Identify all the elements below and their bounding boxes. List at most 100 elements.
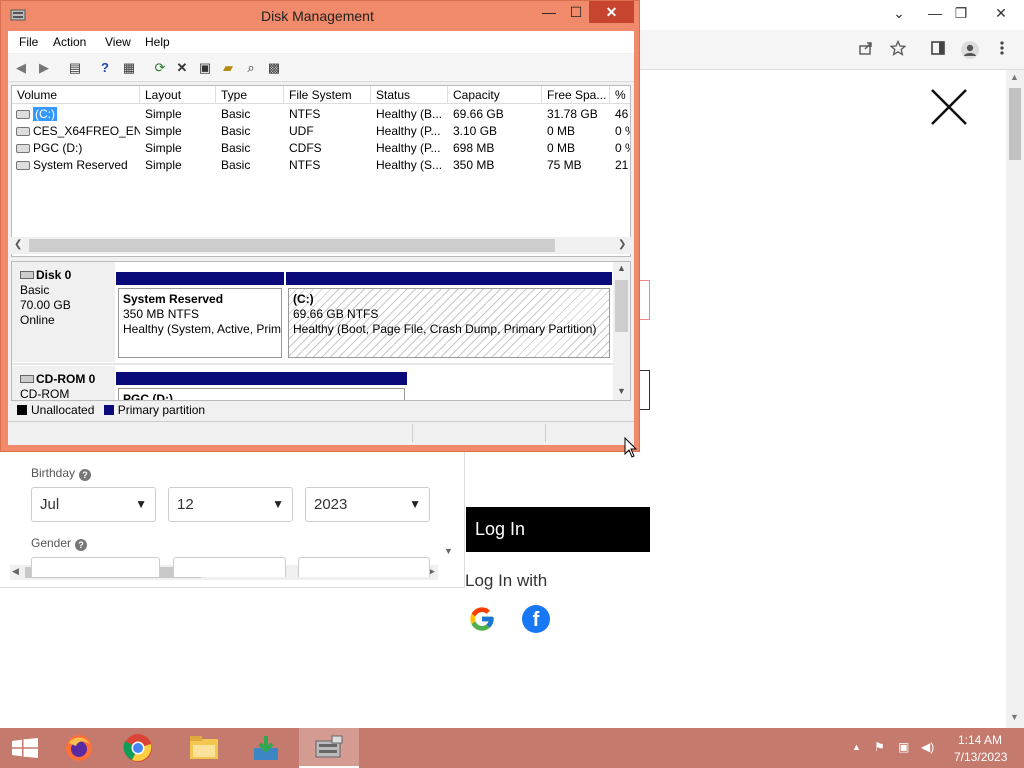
help-icon[interactable]: ? (79, 469, 92, 481)
partition-c-drive[interactable]: (C:) 69.66 GB NTFS Healthy (Boot, Page F… (286, 272, 612, 360)
menu-file[interactable]: File (19, 35, 38, 49)
table-cell-status: Healthy (S... (376, 158, 443, 172)
table-cell-capacity: 3.10 GB (453, 124, 498, 138)
page-scrollbar[interactable]: ▲ ▼ (1006, 70, 1024, 728)
minimize-button[interactable]: — (536, 1, 562, 23)
help-icon[interactable]: ? (75, 539, 88, 551)
column-header-volume[interactable]: Volume (12, 86, 140, 104)
menu-help[interactable]: Help (145, 35, 170, 49)
birth-day-select[interactable]: 12 ▼ (168, 487, 293, 522)
show-hidden-icons-icon[interactable]: ▲ (852, 742, 861, 752)
scroll-left-arrow-icon[interactable]: ◀ (12, 566, 19, 577)
disk-management-window[interactable]: Disk Management — ☐ ✕ File Action View H… (0, 0, 640, 452)
network-icon[interactable]: ▣ (898, 740, 909, 754)
share-icon[interactable] (854, 40, 878, 64)
partition-name: System Reserved (123, 292, 224, 306)
partition-pgc-d[interactable]: PGC (D:) (116, 372, 407, 401)
partition-status: Healthy (System, Active, Prim (123, 322, 282, 336)
column-header-free-space[interactable]: Free Spa... (542, 86, 610, 104)
disk-view-vscroll-thumb[interactable] (615, 280, 628, 332)
back-arrow-icon[interactable]: ◀ (12, 59, 30, 77)
profile-icon[interactable] (958, 40, 982, 64)
gender-option[interactable] (31, 557, 160, 577)
volume-list-hscroll-thumb[interactable] (29, 239, 555, 252)
properties-icon[interactable]: ▦ (120, 59, 138, 77)
table-cell-type: Basic (221, 107, 251, 121)
chrome-taskbar-button[interactable] (110, 728, 170, 768)
column-header-layout[interactable]: Layout (140, 86, 216, 104)
column-header-file-system[interactable]: File System (284, 86, 371, 104)
download-app-taskbar-button[interactable] (236, 728, 296, 768)
delete-icon[interactable]: ✕ (173, 59, 191, 77)
file-explorer-icon (190, 736, 218, 759)
clock-time[interactable]: 1:14 AM (958, 733, 1002, 747)
flag-icon[interactable]: ⚑ (874, 740, 885, 754)
volume-list[interactable]: Volume Layout Type File System Status Ca… (11, 85, 631, 257)
legend: Unallocated Primary partition (11, 402, 631, 418)
disk-graphical-view[interactable]: Disk 0 Basic 70.00 GB Online System Rese… (11, 261, 631, 401)
tab-dropdown-icon[interactable]: ⌄ (884, 0, 914, 28)
scroll-right-arrow-icon[interactable]: ❯ (618, 239, 626, 250)
login-button[interactable]: Log In (466, 507, 650, 552)
column-header-capacity[interactable]: Capacity (448, 86, 542, 104)
table-row[interactable]: PGC (D:) Simple Basic CDFS Healthy (P... 698 … (12, 140, 630, 157)
disk0-kind: Basic (20, 283, 50, 297)
column-header-percent-free[interactable]: % F (610, 86, 630, 104)
forward-arrow-icon[interactable]: ▶ (35, 59, 53, 77)
table-cell-pct: 46 (615, 107, 629, 121)
window-client-area: File Action View Help ◀ ▶ ▤ ? ▦ ⟳ ✕ ▣ ▰ … (8, 31, 634, 445)
windows-logo-icon (12, 738, 38, 758)
scroll-down-arrow-icon[interactable]: ▼ (617, 386, 626, 396)
scroll-left-arrow-icon[interactable]: ❮ (14, 239, 22, 250)
input-field-edge[interactable] (640, 370, 650, 410)
gender-option[interactable] (298, 557, 430, 577)
maximize-button[interactable]: ☐ (563, 1, 589, 23)
close-icon[interactable] (930, 88, 968, 126)
close-button[interactable]: ✕ (589, 1, 634, 23)
table-row[interactable]: System Reserved Simple Basic NTFS Healthy (S… (12, 157, 630, 174)
volume-name: CES_X64FREO_EN-... (33, 124, 140, 138)
google-icon[interactable] (468, 605, 496, 633)
start-button[interactable] (0, 728, 50, 768)
birth-month-select[interactable]: Jul ▼ (31, 487, 156, 522)
file-explorer-taskbar-button[interactable] (174, 728, 234, 768)
page-scroll-thumb[interactable] (1009, 88, 1021, 160)
sidebar-icon[interactable] (926, 40, 950, 64)
volume-list-hscrollbar[interactable]: ❮ ❯ (11, 237, 631, 254)
clock-date[interactable]: 7/13/2023 (954, 750, 1007, 764)
scroll-down-arrow-icon[interactable]: ▼ (1010, 712, 1019, 722)
properties-sheet-icon[interactable]: ▣ (196, 59, 214, 77)
birth-year-select[interactable]: 2023 ▼ (305, 487, 430, 522)
scroll-up-arrow-icon[interactable]: ▲ (1010, 72, 1019, 82)
search-icon[interactable]: ⌕ (242, 59, 260, 77)
menu-view[interactable]: View (105, 35, 131, 49)
gender-option[interactable] (173, 557, 286, 577)
settings-icon[interactable]: ▩ (265, 59, 283, 77)
table-row[interactable]: (C:) Simple Basic NTFS Healthy (B... 69.66 GB… (12, 106, 630, 123)
disk-management-taskbar-button[interactable] (299, 728, 359, 768)
star-icon[interactable] (886, 39, 910, 64)
scroll-down-arrow-icon[interactable]: ▼ (444, 546, 453, 556)
partition-name: PGC (D:) (123, 392, 173, 401)
menu-icon[interactable] (990, 40, 1014, 64)
cdrom0-label[interactable]: CD-ROM 0 CD-ROM (12, 366, 115, 400)
firefox-taskbar-button[interactable] (50, 728, 110, 768)
facebook-icon[interactable]: f (522, 605, 550, 633)
scroll-up-arrow-icon[interactable]: ▲ (617, 263, 626, 273)
disk-view-vscrollbar[interactable]: ▲ ▼ (613, 262, 630, 400)
open-folder-icon[interactable]: ▰ (219, 59, 237, 77)
table-row[interactable]: CES_X64FREO_EN-... Simple Basic UDF Healthy … (12, 123, 630, 140)
browser-close-button[interactable]: ✕ (986, 0, 1016, 28)
menu-action[interactable]: Action (53, 35, 86, 49)
volume-name: PGC (D:) (33, 141, 83, 155)
browser-restore-button[interactable]: ❐ (946, 0, 976, 28)
column-header-status[interactable]: Status (371, 86, 448, 104)
partition-system-reserved[interactable]: System Reserved 350 MB NTFS Healthy (Sys… (116, 272, 284, 360)
refresh-icon[interactable]: ⟳ (151, 59, 169, 77)
disk0-label[interactable]: Disk 0 Basic 70.00 GB Online (12, 262, 115, 362)
console-tree-icon[interactable]: ▤ (66, 59, 84, 77)
help-book-icon[interactable]: ? (96, 59, 114, 77)
input-field-edge[interactable] (640, 280, 650, 320)
volume-icon[interactable]: ◀) (921, 740, 934, 754)
column-header-type[interactable]: Type (216, 86, 284, 104)
